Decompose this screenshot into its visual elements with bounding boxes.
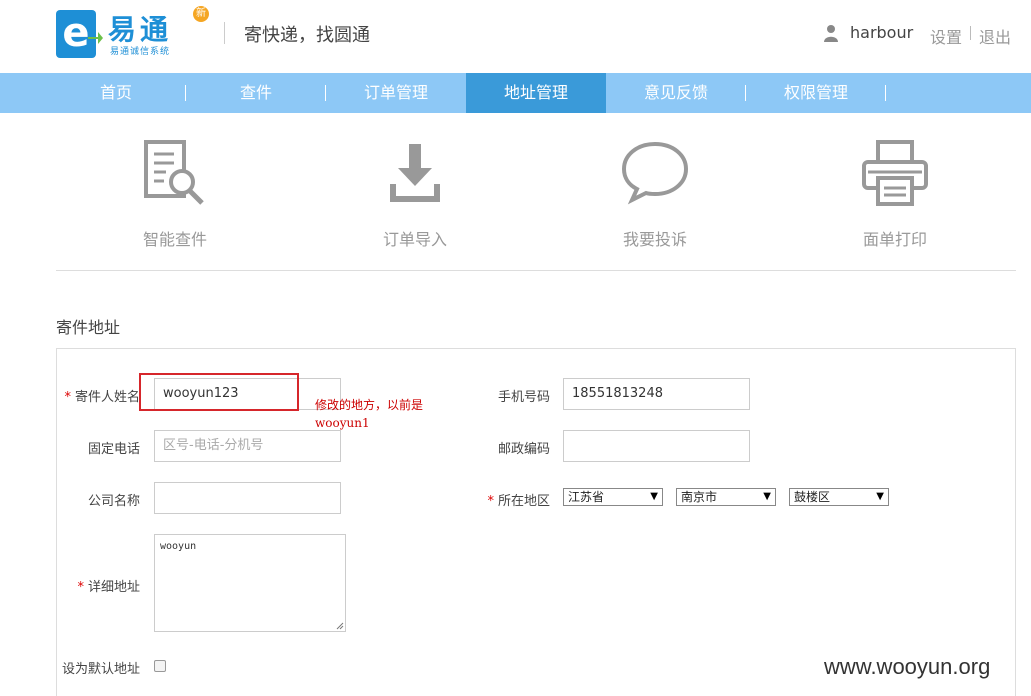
district-select[interactable]: 鼓楼区 ▼ <box>789 488 889 506</box>
address-textarea[interactable]: wooyun <box>154 534 346 632</box>
link-separator <box>970 26 971 40</box>
printer-icon <box>862 140 928 206</box>
highlight-box <box>139 373 299 411</box>
dropdown-arrow-icon: ▼ <box>763 491 771 502</box>
header: e 易通 易通诚信系统 新 寄快递，找圆通 harbour 设置 退出 <box>0 0 1031 73</box>
nav-item-tracking[interactable]: 查件 <box>186 73 326 113</box>
landline-input[interactable]: 区号-电话-分机号 <box>154 430 341 462</box>
main-nav: 首页 查件 订单管理 地址管理 意见反馈 权限管理 <box>0 73 1031 113</box>
speech-bubble-icon <box>621 141 689 205</box>
section-title: 寄件地址 <box>56 318 121 337</box>
nav-item-permissions[interactable]: 权限管理 <box>746 73 886 113</box>
nav-item-home[interactable]: 首页 <box>46 73 186 113</box>
company-label: 公司名称 <box>87 494 140 509</box>
postcode-label: 邮政编码 <box>497 442 550 457</box>
feature-label: 我要投诉 <box>622 230 687 249</box>
logo-arrow-icon <box>88 32 103 44</box>
mobile-input[interactable]: 18551813248 <box>563 378 750 410</box>
username[interactable]: harbour <box>850 23 913 42</box>
nav-item-orders[interactable]: 订单管理 <box>326 73 466 113</box>
default-address-label: 设为默认地址 <box>61 662 140 677</box>
logo-subtitle: 易通诚信系统 <box>110 47 171 57</box>
settings-link[interactable]: 设置 <box>930 24 962 48</box>
postcode-input[interactable] <box>563 430 750 462</box>
feature-print-waybill[interactable]: 面单打印 <box>825 138 965 249</box>
download-icon <box>390 144 440 202</box>
feature-complaint[interactable]: 我要投诉 <box>585 138 725 249</box>
sender-name-label: * 寄件人姓名 <box>64 390 140 405</box>
header-divider <box>224 22 225 44</box>
document-search-icon <box>144 140 204 205</box>
watermark: www.wooyun.org <box>824 654 991 679</box>
region-label: * 所在地区 <box>487 494 550 509</box>
slogan: 寄快递，找圆通 <box>244 25 370 46</box>
default-address-checkbox[interactable] <box>154 660 166 672</box>
logout-link[interactable]: 退出 <box>979 24 1011 48</box>
nav-separator <box>885 85 886 101</box>
nav-item-address[interactable]: 地址管理 <box>466 73 606 113</box>
mobile-label: 手机号码 <box>497 390 550 405</box>
address-label: * 详细地址 <box>77 580 140 595</box>
user-icon <box>824 25 838 42</box>
dropdown-arrow-icon: ▼ <box>876 491 884 502</box>
annotation-note: 修改的地方，以前是 wooyun1 <box>315 398 424 430</box>
feature-label: 面单打印 <box>862 230 927 249</box>
feature-smart-tracking[interactable]: 智能查件 <box>105 138 245 249</box>
city-select[interactable]: 南京市 ▼ <box>676 488 776 506</box>
logo-name: 易通 <box>108 13 173 46</box>
logo[interactable]: e 易通 易通诚信系统 新 <box>56 6 216 62</box>
dropdown-arrow-icon: ▼ <box>650 491 658 502</box>
landline-label: 固定电话 <box>87 442 140 457</box>
new-badge: 新 <box>193 6 209 22</box>
divider <box>56 270 1016 271</box>
feature-label: 智能查件 <box>142 230 207 249</box>
nav-item-feedback[interactable]: 意见反馈 <box>606 73 746 113</box>
province-select[interactable]: 江苏省 ▼ <box>563 488 663 506</box>
feature-label: 订单导入 <box>382 230 447 249</box>
resize-grip-icon[interactable] <box>336 622 344 630</box>
company-input[interactable] <box>154 482 341 514</box>
feature-order-import[interactable]: 订单导入 <box>345 138 485 249</box>
